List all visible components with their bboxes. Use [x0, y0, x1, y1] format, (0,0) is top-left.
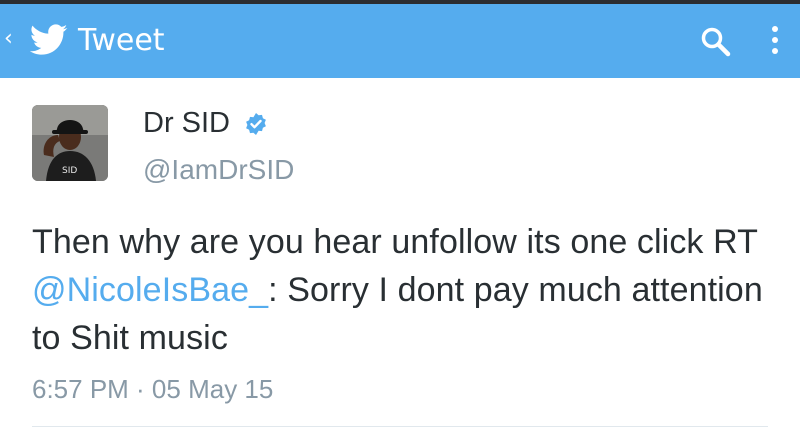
author-handle[interactable]: @IamDrSID: [143, 152, 294, 188]
tweet-text-before: Then why are you hear unfollow its one c…: [32, 223, 758, 261]
more-vertical-icon[interactable]: [770, 26, 780, 60]
svg-text:SID: SID: [62, 166, 77, 176]
author-name[interactable]: Dr SID: [143, 104, 230, 142]
mention-link[interactable]: @NicoleIsBae_: [32, 271, 268, 309]
app-bar: ‹ Tweet: [0, 4, 800, 78]
tweet-timestamp: 6:57 PM · 05 May 15: [32, 374, 274, 404]
twitter-bird-icon[interactable]: [30, 24, 68, 56]
back-arrow-icon[interactable]: ‹: [4, 26, 13, 52]
tweet-text: Then why are you hear unfollow its one c…: [32, 218, 772, 362]
avatar[interactable]: SID: [32, 105, 108, 181]
search-icon[interactable]: [700, 26, 732, 58]
divider: [32, 426, 768, 427]
verified-badge-icon: [246, 113, 266, 135]
page-title: Tweet: [78, 23, 165, 58]
